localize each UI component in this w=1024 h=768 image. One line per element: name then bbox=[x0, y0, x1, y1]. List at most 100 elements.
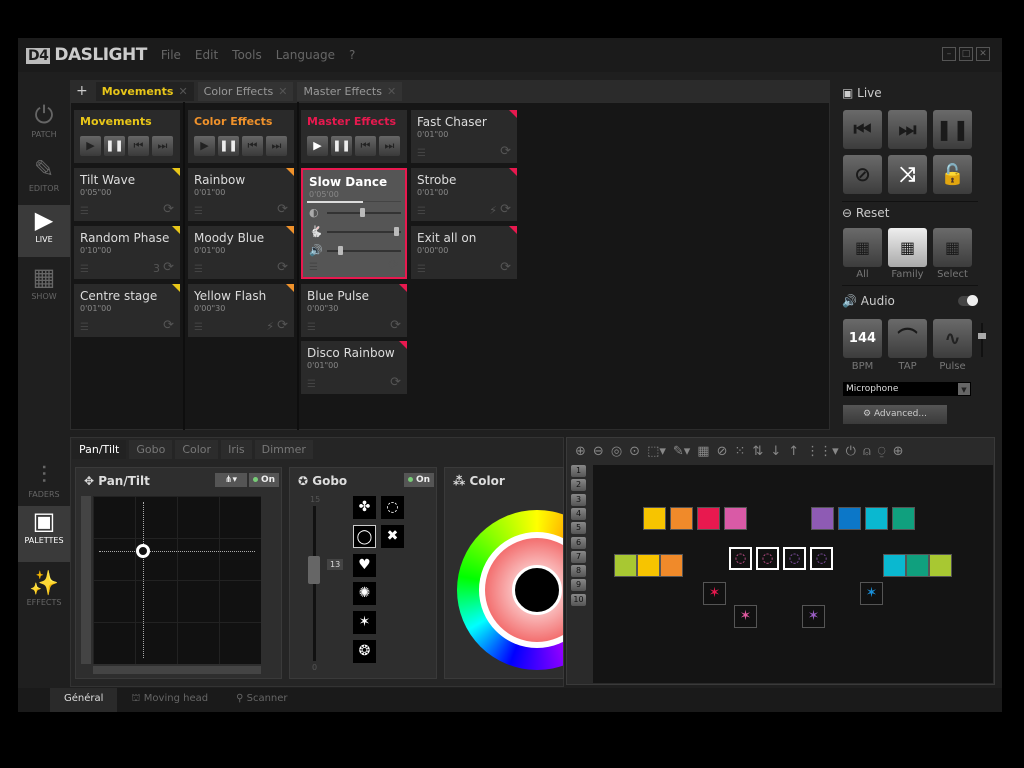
menu-language[interactable]: Language bbox=[276, 48, 335, 62]
reset-view-icon[interactable]: ◎ bbox=[611, 444, 622, 459]
play-button[interactable]: ▶ bbox=[194, 136, 215, 156]
tab-color[interactable]: Color bbox=[175, 440, 219, 459]
stage-row-number[interactable]: 8 bbox=[571, 565, 586, 578]
stage-row-number[interactable]: 9 bbox=[571, 579, 586, 592]
gobo-heart-icon[interactable]: ♥ bbox=[353, 554, 376, 577]
tilt-slider[interactable] bbox=[81, 496, 91, 664]
cue-card[interactable]: Rainbow 0'01"00 ☰ ⟳ bbox=[188, 168, 294, 221]
shuffle-button[interactable]: ⤨ bbox=[888, 155, 927, 194]
fixture-color[interactable] bbox=[724, 507, 747, 530]
reset-all-button[interactable]: ▦ bbox=[843, 228, 882, 267]
draw-tool-icon[interactable]: ✎▾ bbox=[673, 444, 690, 459]
gobo-cross-icon[interactable]: ✖ bbox=[381, 525, 404, 548]
next-button[interactable]: ⏭ bbox=[266, 136, 287, 156]
tab-iris[interactable]: Iris bbox=[221, 440, 252, 459]
next-button[interactable]: ⏭ bbox=[379, 136, 400, 156]
fixture-star[interactable]: ✶ bbox=[703, 582, 726, 605]
cue-card[interactable]: Slow Dance 0'05'00 ☰ ⟳ ◐ 🐇 🔊 bbox=[301, 168, 407, 279]
fixture-clear-icon[interactable]: ⍝ bbox=[863, 444, 871, 459]
select-all-icon[interactable]: ▦ bbox=[697, 444, 709, 459]
tab-general[interactable]: Général bbox=[50, 688, 118, 712]
target-icon[interactable]: ⊕ bbox=[893, 444, 904, 459]
tab-pan-tilt[interactable]: Pan/Tilt bbox=[72, 440, 127, 459]
audio-level-slider[interactable] bbox=[978, 323, 986, 357]
loop-icon[interactable]: ⟳ bbox=[390, 375, 401, 390]
fixture-color[interactable] bbox=[697, 507, 720, 530]
zoom-in-icon[interactable]: ⊕ bbox=[575, 444, 586, 459]
beam-dropdown[interactable]: ⋔▾ bbox=[215, 473, 247, 487]
pan-slider[interactable] bbox=[93, 666, 261, 674]
scatter-icon[interactable]: ⁙ bbox=[735, 444, 746, 459]
loop-icon[interactable]: ⟳ bbox=[163, 260, 174, 275]
sidebar-item-faders[interactable]: ⫶ FADERS bbox=[18, 460, 70, 502]
menu-edit[interactable]: Edit bbox=[195, 48, 218, 62]
previous-button[interactable]: ⏮ bbox=[355, 136, 376, 156]
play-button[interactable]: ▶ bbox=[307, 136, 328, 156]
reset-select-button[interactable]: ▦ bbox=[933, 228, 972, 267]
cue-card[interactable]: Blue Pulse 0'00"30 ☰ ⟳ bbox=[301, 284, 407, 337]
loop-icon[interactable]: ⟳ bbox=[277, 260, 288, 275]
gobo-star-icon[interactable]: ✶ bbox=[353, 611, 376, 634]
select-tool-icon[interactable]: ⬚▾ bbox=[647, 444, 666, 459]
stop-button[interactable]: ⊘ bbox=[843, 155, 882, 194]
gobo-wheel-icon[interactable]: ❂ bbox=[353, 640, 376, 663]
stage-row-number[interactable]: 5 bbox=[571, 522, 586, 535]
power-icon[interactable]: ⏻ bbox=[846, 444, 856, 459]
stage-row-number[interactable]: 2 bbox=[571, 479, 586, 492]
tab-master-effects[interactable]: Master Effects ✕ bbox=[297, 81, 403, 101]
advanced-button[interactable]: ⚙ Advanced... bbox=[843, 405, 947, 424]
pause-button[interactable]: ❚❚ bbox=[104, 136, 125, 156]
pause-button[interactable]: ❚❚ bbox=[933, 110, 972, 149]
menu-file[interactable]: File bbox=[161, 48, 181, 62]
fixture-color[interactable] bbox=[865, 507, 888, 530]
fixture-star[interactable]: ✶ bbox=[734, 605, 757, 628]
move-down-icon[interactable]: ↓ bbox=[770, 444, 781, 459]
gobo-spiral-icon[interactable]: ✺ bbox=[353, 582, 376, 605]
pulse-button[interactable]: ∿ bbox=[933, 319, 972, 358]
add-tab-icon[interactable]: + bbox=[76, 83, 88, 99]
loop-icon[interactable]: ⟳ bbox=[163, 318, 174, 333]
tab-movements[interactable]: Movements ✕ bbox=[95, 81, 194, 101]
tab-moving-head[interactable]: ⛫ Moving head bbox=[117, 688, 222, 712]
swap-icon[interactable]: ⇅ bbox=[752, 444, 763, 459]
previous-button[interactable]: ⏮ bbox=[242, 136, 263, 156]
next-button[interactable]: ⏭ bbox=[152, 136, 173, 156]
menu-tools[interactable]: Tools bbox=[232, 48, 262, 62]
gobo-ring-icon[interactable]: ◯ bbox=[353, 525, 376, 548]
fixture-gobo[interactable]: ◌ bbox=[729, 547, 752, 570]
loop-icon[interactable]: ⟳ bbox=[163, 202, 174, 217]
pan-tilt-on-button[interactable]: On bbox=[249, 473, 280, 487]
fixture-color[interactable] bbox=[929, 554, 952, 577]
cue-card[interactable]: Moody Blue 0'01"00 ☰ ⟳ bbox=[188, 226, 294, 279]
previous-button[interactable]: ⏮ bbox=[843, 110, 882, 149]
gobo-dotted-circle-icon[interactable]: ◌ bbox=[381, 496, 404, 519]
fixture-gobo[interactable]: ◌ bbox=[783, 547, 806, 570]
fixture-color[interactable] bbox=[670, 507, 693, 530]
cue-card[interactable]: Disco Rainbow 0'01"00 ☰ ⟳ bbox=[301, 341, 407, 394]
fixture-list-icon[interactable]: ⍜ bbox=[878, 444, 886, 459]
fixture-color[interactable] bbox=[906, 554, 929, 577]
move-up-icon[interactable]: ↑ bbox=[788, 444, 799, 459]
loop-icon[interactable]: ⟳ bbox=[500, 202, 511, 217]
audio-slider[interactable]: 🔊 bbox=[309, 244, 401, 257]
reset-family-button[interactable]: ▦ bbox=[888, 228, 927, 267]
stage-row-number[interactable]: 7 bbox=[571, 550, 586, 563]
fixture-gobo[interactable]: ◌ bbox=[810, 547, 833, 570]
dimmer-slider[interactable]: ◐ bbox=[309, 206, 401, 219]
maximize-icon[interactable]: □ bbox=[959, 47, 973, 61]
cue-card[interactable]: Centre stage 0'01"00 ☰ ⟳ bbox=[74, 284, 180, 337]
stage-row-number[interactable]: 10 bbox=[571, 593, 586, 606]
cue-card[interactable]: Tilt Wave 0'05"00 ☰ ⟳ bbox=[74, 168, 180, 221]
zoom-out-icon[interactable]: ⊖ bbox=[593, 444, 604, 459]
loop-icon[interactable]: ⟳ bbox=[390, 318, 401, 333]
sidebar-item-effects[interactable]: ✨ EFFECTS bbox=[18, 568, 70, 614]
tab-gobo[interactable]: Gobo bbox=[129, 440, 173, 459]
tab-dimmer[interactable]: Dimmer bbox=[254, 440, 313, 459]
sidebar-item-show[interactable]: ▦ SHOW bbox=[18, 262, 70, 312]
gobo-on-button[interactable]: On bbox=[404, 473, 435, 487]
stage-row-number[interactable]: 3 bbox=[571, 493, 586, 506]
menu-help[interactable]: ? bbox=[349, 48, 355, 62]
cue-card[interactable]: Fast Chaser 0'01"00 ☰ ⟳ bbox=[411, 110, 517, 163]
previous-button[interactable]: ⏮ bbox=[128, 136, 149, 156]
gobo-flower-icon[interactable]: ✤ bbox=[353, 496, 376, 519]
